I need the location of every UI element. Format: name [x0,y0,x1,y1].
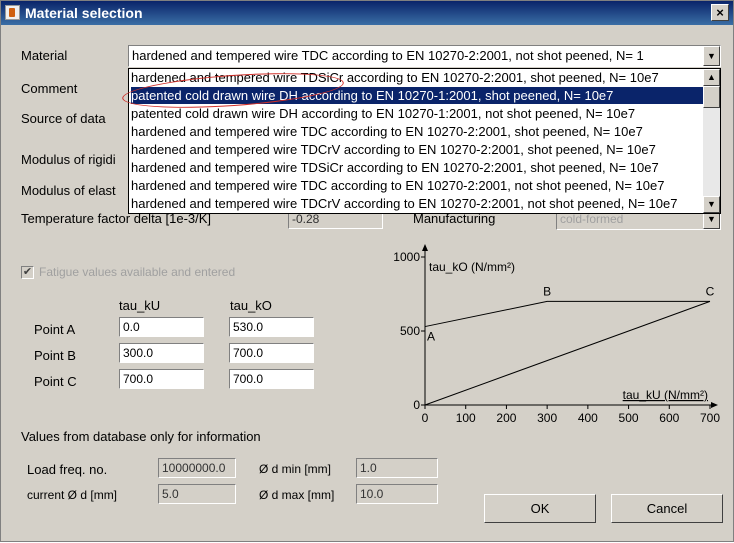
scroll-thumb[interactable] [703,86,720,108]
x-tick-label: 500 [619,411,639,425]
database-info-heading: Values from database only for informatio… [21,429,261,444]
dropdown-item[interactable]: hardened and tempered wire TDSiCr accord… [131,159,703,176]
point-b-ku-input[interactable]: 300.0 [119,343,204,363]
point-b-ko-input[interactable]: 700.0 [229,343,314,363]
chevron-down-icon[interactable]: ▼ [703,46,720,66]
point-c-label: Point C [34,374,77,389]
d-min-field[interactable]: 1.0 [356,458,438,478]
load-freq-field[interactable]: 10000000.0 [158,458,236,478]
comment-label: Comment [21,81,78,96]
point-a-label: Point A [34,322,76,337]
y-tick-label: 0 [413,398,420,412]
col-header-ku: tau_kU [119,298,161,313]
material-select[interactable]: hardened and tempered wire TDC according… [128,45,721,67]
x-tick-label: 700 [700,411,720,425]
point-label-C: C [706,284,715,298]
rigidity-label: Modulus of rigidi [21,152,116,167]
fatigue-checkbox-label: Fatigue values available and entered [39,265,236,279]
source-label: Source of data [21,111,106,126]
point-label-A: A [427,330,435,344]
ok-button[interactable]: OK [484,494,596,523]
point-a-ku-input[interactable]: 0.0 [119,317,204,337]
window-title: Material selection [25,5,143,21]
load-freq-label: Load freq. no. [27,462,108,477]
title-bar: Material selection × [1,1,733,25]
elasticity-label: Modulus of elast [21,183,116,198]
series-line-1 [424,300,711,406]
point-c-ko-input[interactable]: 700.0 [229,369,314,389]
scroll-down-icon[interactable]: ▼ [703,196,720,213]
point-c-ku-input[interactable]: 700.0 [119,369,204,389]
dropdown-scrollbar[interactable]: ▲ ▼ [703,69,720,213]
material-selection-dialog: Material selection × Material Comment So… [0,0,734,542]
d-min-label: Ø d min [mm] [259,462,332,476]
x-tick-label: 400 [578,411,598,425]
point-label-B: B [543,284,551,298]
x-tick-label: 100 [456,411,476,425]
dropdown-item[interactable]: hardened and tempered wire TDCrV accordi… [131,195,703,212]
cancel-button[interactable]: Cancel [611,494,723,523]
series-line-0 [424,300,710,328]
current-d-field[interactable]: 5.0 [158,484,236,504]
dropdown-item[interactable]: hardened and tempered wire TDC according… [131,177,703,194]
point-b-label: Point B [34,348,76,363]
java-app-icon [5,5,20,20]
fatigue-checkbox[interactable]: ✔ [21,266,34,279]
material-dropdown-list[interactable]: hardened and tempered wire TDSiCr accord… [128,68,721,214]
x-tick-label: 0 [422,411,429,425]
x-tick-label: 200 [496,411,516,425]
x-tick-label: 300 [537,411,557,425]
current-d-label: current Ø d [mm] [27,488,118,502]
material-value: hardened and tempered wire TDC according… [132,48,644,63]
close-icon[interactable]: × [711,4,729,21]
y-axis-label: tau_kO (N/mm²) [429,260,515,274]
x-tick-label: 600 [659,411,679,425]
dropdown-item-selected[interactable]: patented cold drawn wire DH according to… [131,87,703,104]
scroll-up-icon[interactable]: ▲ [703,69,720,86]
dropdown-item[interactable]: hardened and tempered wire TDCrV accordi… [131,141,703,158]
dropdown-item[interactable]: hardened and tempered wire TDSiCr accord… [131,69,703,86]
y-tick-label: 1000 [393,250,420,264]
dropdown-item[interactable]: patented cold drawn wire DH according to… [131,105,703,122]
material-label: Material [21,48,68,63]
y-axis-arrow [422,244,428,251]
d-max-field[interactable]: 10.0 [356,484,438,504]
y-tick-label: 500 [400,324,420,338]
x-axis-arrow [711,402,718,408]
col-header-ko: tau_kO [230,298,272,313]
dropdown-item[interactable]: hardened and tempered wire TDC according… [131,123,703,140]
point-a-ko-input[interactable]: 530.0 [229,317,314,337]
d-max-label: Ø d max [mm] [259,488,335,502]
x-axis-label: tau_kU (N/mm²) [623,388,708,402]
